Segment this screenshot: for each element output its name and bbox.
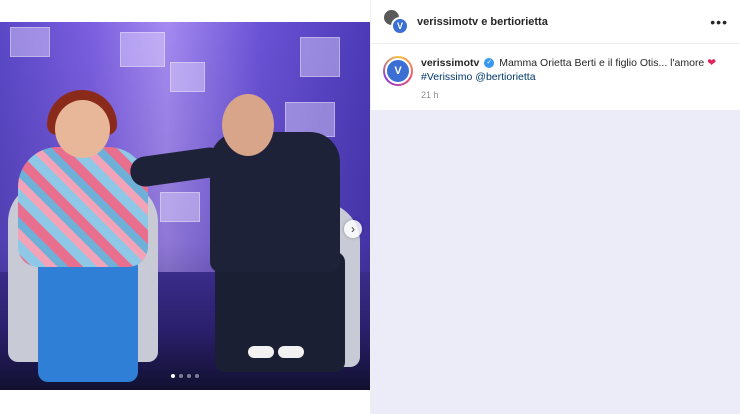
man-figure-body: [210, 132, 340, 272]
collab-avatars[interactable]: V: [383, 8, 409, 35]
carousel-indicator: [0, 374, 370, 378]
studio-backdrop-tile: [10, 27, 50, 57]
carousel-dot: [187, 374, 191, 378]
avatar-letter: V: [394, 65, 402, 77]
carousel-dot: [195, 374, 199, 378]
post-header: V verissimotv e bertiorietta •••: [371, 0, 740, 44]
caption-avatar[interactable]: V: [383, 56, 413, 86]
post-timestamp[interactable]: 21 h: [421, 90, 716, 100]
avatar-verissimotv[interactable]: V: [391, 16, 409, 35]
carousel-next-button[interactable]: ›: [344, 220, 362, 238]
chevron-right-icon: ›: [351, 222, 355, 236]
header-usernames[interactable]: verissimotv e bertiorietta: [417, 16, 710, 28]
avatar-letter: V: [396, 20, 403, 31]
caption-avatar-inner: V: [385, 58, 411, 84]
header-usernames-text[interactable]: verissimotv e bertiorietta: [417, 16, 548, 28]
caption-text-block: verissimotv ✓ Mamma Orietta Berti e il f…: [421, 56, 716, 84]
comments-area: [371, 110, 740, 414]
carousel-dot: [171, 374, 175, 378]
woman-figure-top: [18, 147, 148, 267]
more-horizontal-icon[interactable]: •••: [710, 14, 728, 30]
man-figure-head: [222, 94, 274, 156]
studio-backdrop-tile: [120, 32, 165, 67]
post-photo[interactable]: ›: [0, 22, 370, 390]
woman-figure-head: [55, 100, 110, 158]
studio-backdrop-tile: [170, 62, 205, 92]
carousel-dot: [179, 374, 183, 378]
caption-text: Mamma Orietta Berti e il figlio Otis... …: [499, 57, 705, 69]
verified-badge-icon: ✓: [484, 58, 495, 69]
post-caption: V verissimotv ✓ Mamma Orietta Berti e il…: [371, 44, 740, 100]
caption-mention[interactable]: @bertiorietta: [475, 71, 535, 83]
heart-emoji-icon: ❤: [707, 57, 717, 69]
studio-backdrop-tile: [300, 37, 340, 77]
man-shoe: [278, 346, 304, 358]
caption-username[interactable]: verissimotv: [421, 57, 479, 69]
studio-backdrop-tile: [160, 192, 200, 222]
caption-hashtag[interactable]: #Verissimo: [421, 71, 472, 83]
post-side-panel: V verissimotv e bertiorietta ••• V veris…: [370, 0, 740, 414]
woman-figure-legs: [38, 257, 138, 382]
man-shoe: [248, 346, 274, 358]
caption-content: verissimotv ✓ Mamma Orietta Berti e il f…: [421, 56, 716, 100]
